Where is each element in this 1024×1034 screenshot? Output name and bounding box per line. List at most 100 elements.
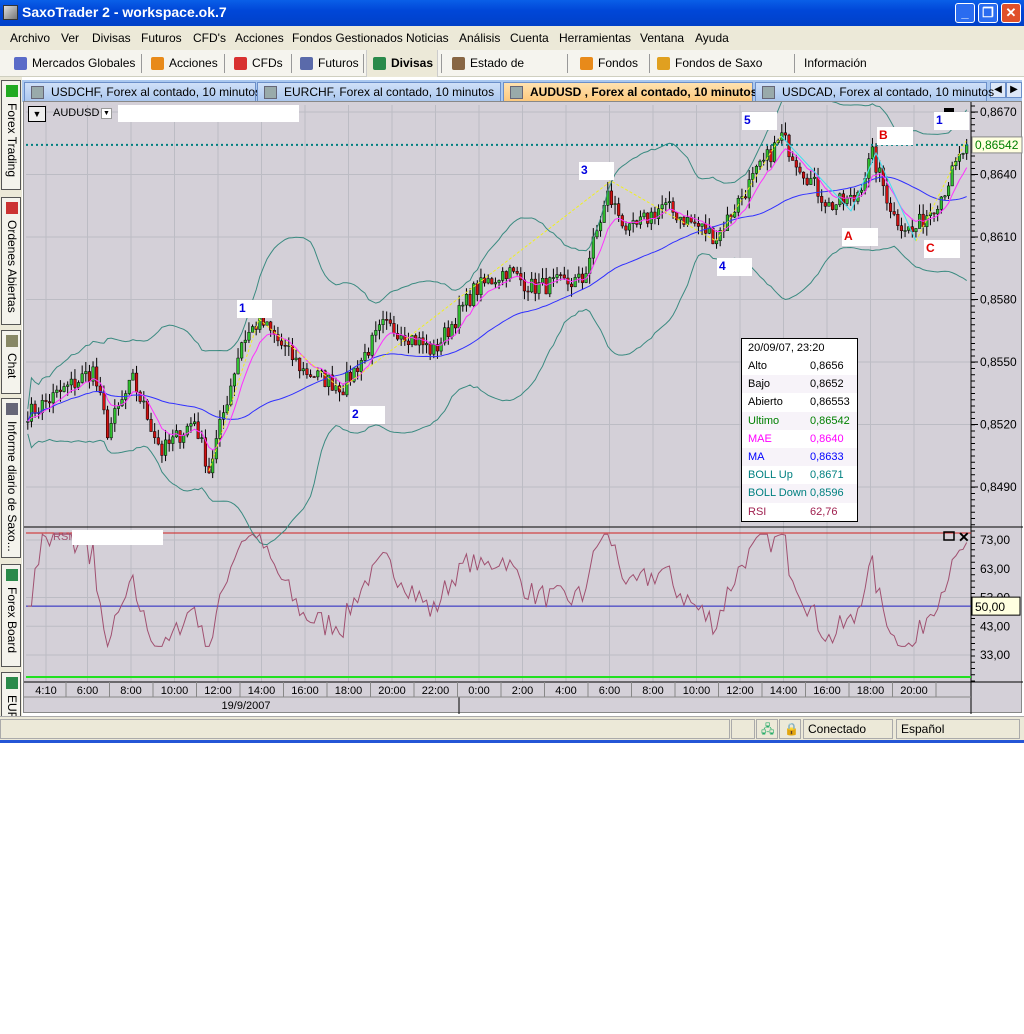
chart-menu-button[interactable]: ▼ <box>28 106 46 122</box>
menu-noticias[interactable]: Noticias <box>406 31 449 45</box>
menu-archivo[interactable]: Archivo <box>10 31 50 45</box>
candle-down <box>544 278 548 295</box>
sidebar-tab-label: Forex Board <box>5 587 19 654</box>
candle-down <box>421 337 425 346</box>
chart-tab-label: USDCAD, Forex al contado, 10 minutos <box>782 85 995 99</box>
chart-tab-usdchf[interactable]: USDCHF, Forex al contado, 10 minutos <box>24 82 261 102</box>
sidebar-tab-forex-board[interactable]: Forex Board <box>1 564 21 667</box>
chart-tab-label: EURCHF, Forex al contado, 10 minutos <box>284 85 495 99</box>
candle-down <box>624 225 628 231</box>
chart-window-icon <box>510 86 523 99</box>
tooltip-key: Alto <box>748 360 767 372</box>
toolbar-mercados-globales[interactable]: Mercados Globales <box>8 50 138 77</box>
toolbar-acciones[interactable]: Acciones <box>145 50 221 77</box>
menu-acciones[interactable]: Acciones <box>235 31 284 45</box>
candle-up <box>667 201 671 203</box>
candle-up <box>200 437 204 439</box>
candle-up <box>642 212 646 218</box>
toolbar-informaci-n[interactable]: Información <box>796 50 874 77</box>
candle-up <box>370 334 374 356</box>
menu-cuenta[interactable]: Cuenta <box>510 31 549 45</box>
chart-tab-usdcad[interactable]: USDCAD, Forex al contado, 10 minutos <box>755 82 994 102</box>
candle-up <box>758 160 762 167</box>
chart-window-icon <box>762 86 775 99</box>
toolbar-separator <box>291 54 292 73</box>
candle-up <box>450 324 454 338</box>
candle-up <box>461 304 465 307</box>
toolbar-label: Futuros <box>318 56 359 70</box>
chart-tab-eurchf[interactable]: EURCHF, Forex al contado, 10 minutos <box>257 82 501 102</box>
close-button[interactable]: ✕ <box>1001 3 1021 23</box>
candle-down <box>831 202 835 210</box>
chart-panel[interactable]: 0,8670 0,8640 0,8610 0,8580 0,8550 0,8520 0,84… <box>23 101 1023 714</box>
candle-down <box>783 132 787 136</box>
candle-up <box>903 230 907 232</box>
status-bar: 🖧 🔒 Conectado Español <box>0 716 1024 740</box>
minimize-button[interactable]: _ <box>955 3 975 23</box>
time-tick-label: 22:00 <box>422 685 450 697</box>
candle-up <box>243 339 247 343</box>
toolbar-separator <box>224 54 225 73</box>
tooltip-row-abierto: Abierto 0,86553 <box>742 393 857 411</box>
chart-tab-strip: ◀ ▶ USDCHF, Forex al contado, 10 minutos… <box>22 80 1022 102</box>
sidebar-tab-eurc[interactable]: EURC <box>1 672 21 729</box>
candle-down <box>454 324 458 329</box>
candle-up <box>80 373 84 383</box>
candle-down <box>696 223 700 227</box>
candle-down <box>102 392 106 411</box>
menu-divisas[interactable]: Divisas <box>92 31 131 45</box>
time-tick-label: 20:00 <box>900 685 928 697</box>
time-tick-label: 8:00 <box>120 685 141 697</box>
toolbar-separator <box>567 54 568 73</box>
tooltip-row-alto: Alto 0,8656 <box>742 357 857 375</box>
candle-up <box>501 271 505 281</box>
toolbar-estado-de-cuenta[interactable]: Estado de Cuenta <box>446 50 564 97</box>
time-tick-label: 2:00 <box>512 685 533 697</box>
symbol-dropdown[interactable]: ▼ <box>101 108 112 119</box>
toolbar-fondos[interactable]: Fondos <box>574 50 646 77</box>
menu-cfds[interactable]: CFD's <box>193 31 226 45</box>
toolbar-divisas[interactable]: Divisas <box>366 50 438 77</box>
toolbar-label: Divisas <box>391 56 434 70</box>
funds-icon <box>580 57 593 70</box>
price-tick-label: 0,8490 <box>980 480 1017 494</box>
toolbar-separator <box>363 54 364 73</box>
menu-ayuda[interactable]: Ayuda <box>695 31 729 45</box>
sidebar-tab-icon <box>6 202 18 214</box>
candle-up <box>182 434 186 443</box>
candle-down <box>805 177 809 185</box>
sidebar-tab-ordenes-abiertas[interactable]: Ordenes Abiertas <box>1 197 21 325</box>
candle-down <box>153 431 157 438</box>
candle-down <box>145 400 149 420</box>
restore-button[interactable]: ❐ <box>978 3 998 23</box>
candle-up <box>613 203 617 205</box>
chart-tab-audusd[interactable]: AUDUSD , Forex al contado, 10 minutos <box>503 82 757 102</box>
time-tick-label: 10:00 <box>161 685 189 697</box>
menu-futuros[interactable]: Futuros <box>141 31 182 45</box>
rsi-level-label: 50,00 <box>975 600 1005 614</box>
symbol-input[interactable] <box>118 105 299 122</box>
sidebar-tab-informe-diario-de-saxo[interactable]: Informe diario de Saxo... <box>1 398 21 558</box>
sidebar-tab-forex-trading[interactable]: Forex Trading <box>1 80 21 190</box>
candle-up <box>77 382 81 388</box>
toolbar-separator <box>141 54 142 73</box>
tab-scroll-right-button[interactable]: ▶ <box>1006 82 1022 98</box>
candle-down <box>87 371 91 382</box>
close-pane-icon[interactable]: ✕ <box>958 529 970 545</box>
chart-canvas[interactable]: 0,8670 0,8640 0,8610 0,8580 0,8550 0,8520 0,84… <box>24 102 1023 714</box>
candle-up <box>62 386 66 392</box>
menu-ventana[interactable]: Ventana <box>640 31 684 45</box>
sidebar-tab-chat[interactable]: Chat <box>1 330 21 394</box>
menu-ver[interactable]: Ver <box>61 31 79 45</box>
candle-down <box>744 196 748 199</box>
tooltip-value: 62,76 <box>810 505 838 518</box>
toolbar-futuros[interactable]: Futuros <box>294 50 360 77</box>
rsi-label: RSI <box>53 531 72 543</box>
menu-fondosgestionados[interactable]: Fondos Gestionados <box>292 31 403 45</box>
toolbar-cfds[interactable]: CFDs <box>228 50 288 77</box>
menu-herramientas[interactable]: Herramientas <box>559 31 631 45</box>
candle-up <box>142 400 146 403</box>
toolbar-fondos-de-saxo-bank[interactable]: Fondos de Saxo Bank <box>651 50 791 97</box>
menu-anlisis[interactable]: Análisis <box>459 31 500 45</box>
main-pane-button-icon[interactable] <box>944 108 954 112</box>
